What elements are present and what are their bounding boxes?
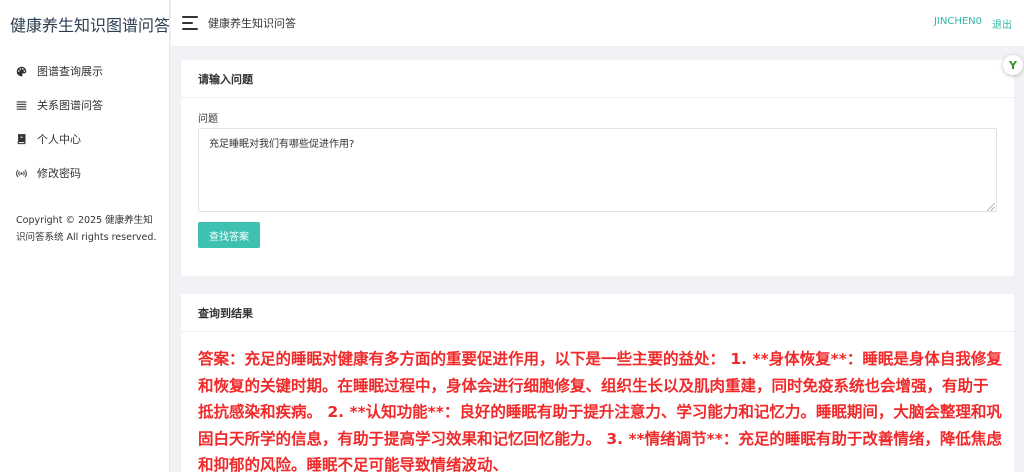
copyright-text: Copyright © 2025 健康养生知识问答系统 All rights r… xyxy=(16,215,157,243)
list-icon xyxy=(15,99,27,111)
user-menu: JINCHEN0 退出 xyxy=(934,16,1012,31)
sidebar-item-label: 个人中心 xyxy=(37,133,81,146)
broadcast-icon xyxy=(15,167,27,179)
sidebar-item-relation-qa[interactable]: 关系图谱问答 xyxy=(0,88,169,122)
textarea-resize-handle[interactable] xyxy=(987,203,995,211)
topbar-title: 健康养生知识问答 xyxy=(208,17,296,30)
result-panel: 查询到结果 答案：充足的睡眠对健康有多方面的重要促进作用，以下是一些主要的益处：… xyxy=(181,294,1014,472)
palette-icon xyxy=(15,65,27,77)
top-bar: 健康养生知识问答 JINCHEN0 退出 xyxy=(171,0,1024,47)
question-field-label: 问题 xyxy=(198,114,218,125)
sidebar-nav: 图谱查询展示 关系图谱问答 个人中心 修改密码 xyxy=(0,54,169,190)
sidebar-item-label: 关系图谱问答 xyxy=(37,99,103,112)
question-textarea[interactable]: 充足睡眠对我们有哪些促进作用? xyxy=(198,128,997,212)
logout-link[interactable]: 退出 xyxy=(992,16,1012,31)
browser-extension-icon[interactable]: Y xyxy=(1003,55,1023,75)
sidebar-item-graph-query[interactable]: 图谱查询展示 xyxy=(0,54,169,88)
question-panel: 请输入问题 问题 充足睡眠对我们有哪些促进作用? 查找答案 xyxy=(181,60,1014,276)
sidebar-item-change-password[interactable]: 修改密码 xyxy=(0,156,169,190)
find-answer-button[interactable]: 查找答案 xyxy=(198,222,260,248)
hamburger-menu-icon[interactable] xyxy=(182,16,198,30)
book-icon xyxy=(15,133,27,145)
result-panel-header: 查询到结果 xyxy=(181,294,1014,332)
answer-text: 答案：充足的睡眠对健康有多方面的重要促进作用，以下是一些主要的益处： 1. **… xyxy=(198,350,1002,472)
app-title: 健康养生知识图谱问答 xyxy=(10,16,169,35)
sidebar: 健康养生知识图谱问答 图谱查询展示 关系图谱问答 个人中心 修改密码 Copyr… xyxy=(0,0,170,472)
username-link[interactable]: JINCHEN0 xyxy=(934,16,982,31)
sidebar-item-label: 图谱查询展示 xyxy=(37,65,103,78)
question-panel-header: 请输入问题 xyxy=(181,60,1014,98)
sidebar-item-personal-center[interactable]: 个人中心 xyxy=(0,122,169,156)
sidebar-item-label: 修改密码 xyxy=(37,167,81,180)
